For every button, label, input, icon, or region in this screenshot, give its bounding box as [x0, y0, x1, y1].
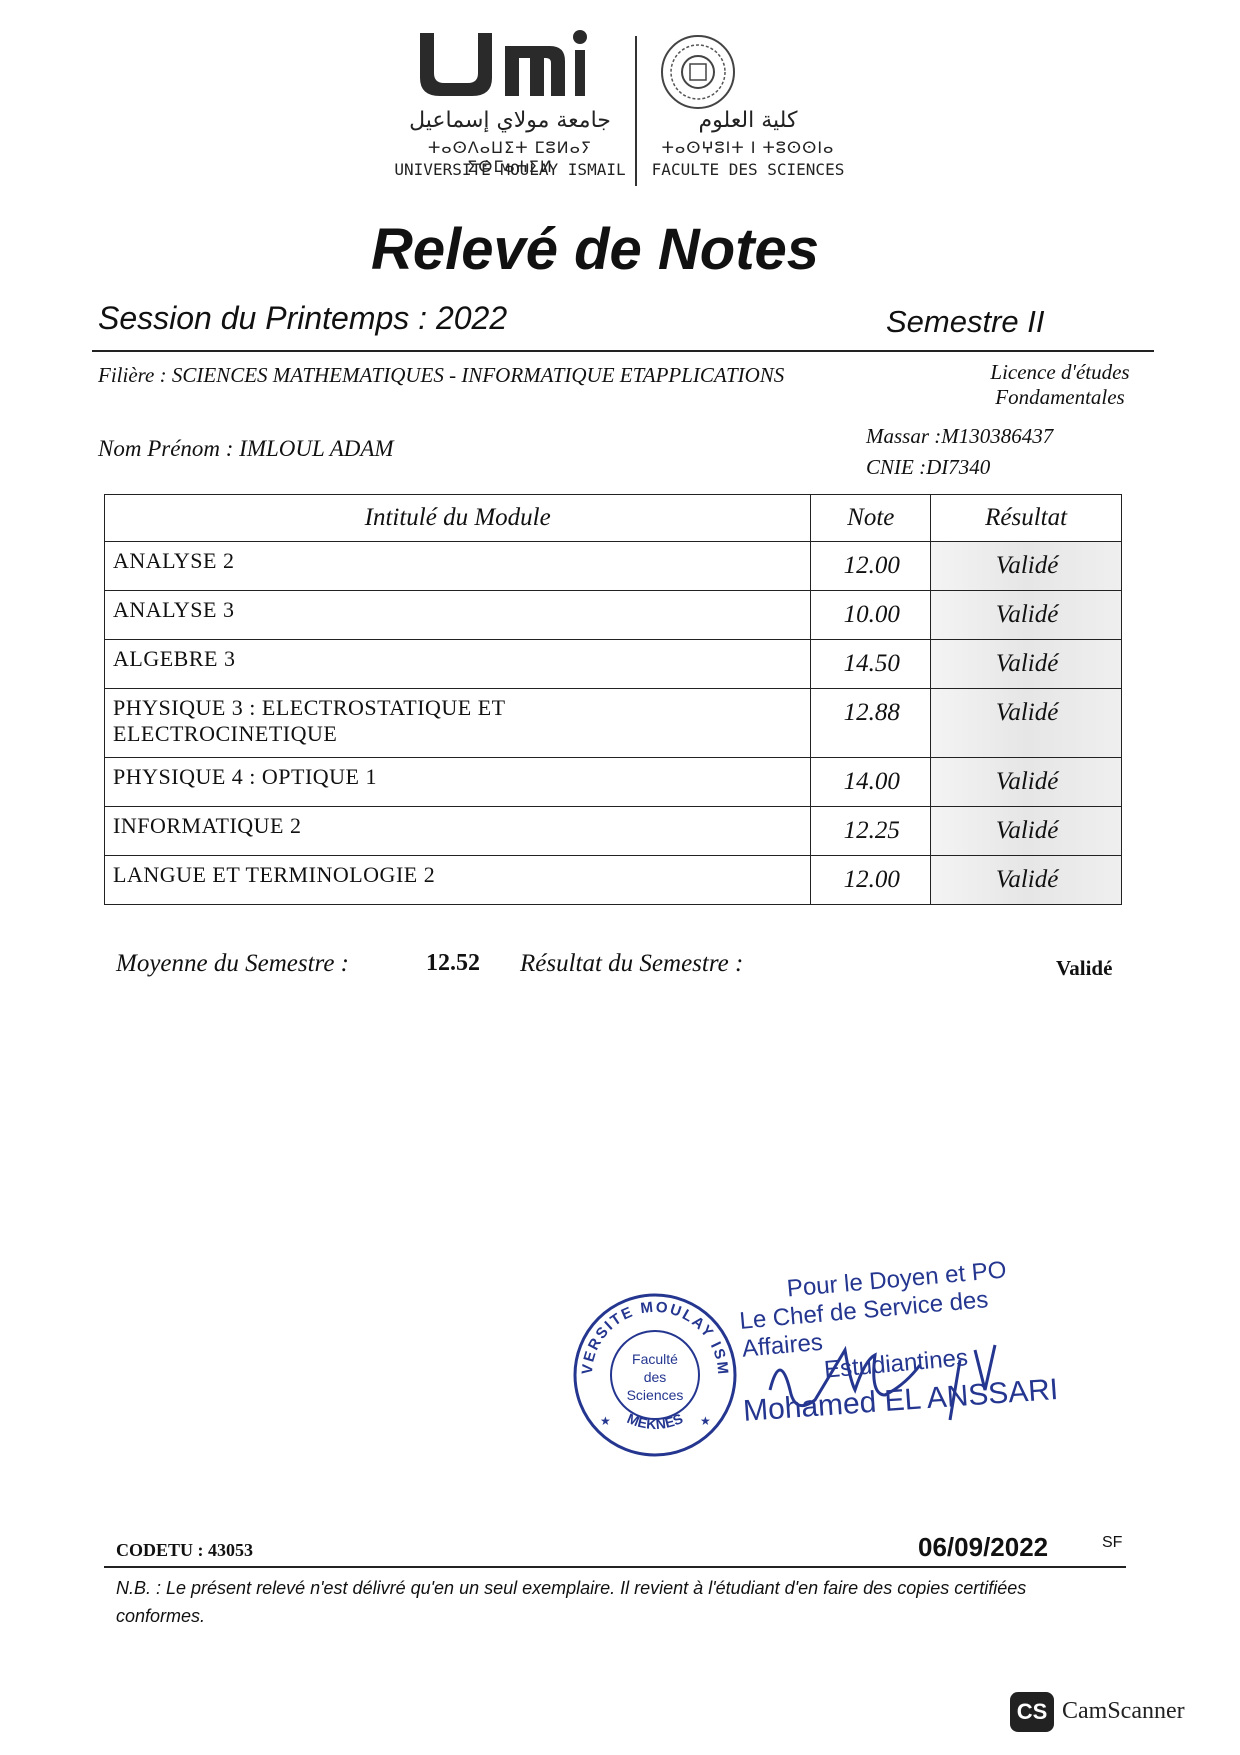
licence-line-2: Fondamentales	[995, 385, 1125, 409]
stamp-center-line-3: Sciences	[627, 1387, 684, 1403]
resultat-semestre-label: Résultat du Semestre :	[520, 950, 744, 977]
university-name-french: UNIVERSITÉ MOULAY ISMAIL	[394, 160, 626, 179]
header-module: Intitulé du Module	[103, 494, 812, 542]
faculty-stamp-icon: UNIVERSITE MOULAY ISMAIL MEKNES Faculté …	[570, 1290, 737, 1457]
module-cell: PHYSIQUE 4 : OPTIQUE 1	[103, 757, 812, 807]
stamp-center-line-1: Faculté	[632, 1351, 678, 1367]
footer-rule	[104, 1566, 1126, 1568]
stamp-city: MEKNES	[625, 1410, 685, 1432]
module-cell: ANALYSE 3	[103, 590, 812, 640]
logo-divider	[635, 36, 637, 186]
grades-table: Intitulé du Module Note Résultat ANALYSE…	[103, 494, 1122, 905]
module-cell: ANALYSE 2	[103, 541, 812, 591]
faculty-emblem-icon	[661, 35, 735, 109]
sf-mark: SF	[1102, 1534, 1123, 1551]
resultat-semestre-value: Validé	[1056, 956, 1113, 980]
document-title: Relevé de Notes	[370, 217, 820, 282]
star-icon: ★	[700, 1414, 711, 1428]
camscanner-logo-icon: CS	[1010, 1692, 1054, 1732]
resultat-cell: Validé	[930, 757, 1122, 807]
licence-label: Licence d'études Fondamentales	[960, 360, 1160, 410]
issue-date: 06/09/2022	[918, 1532, 1049, 1562]
codetu-label: CODETU : 43053	[116, 1540, 254, 1560]
licence-line-1: Licence d'études	[990, 360, 1130, 384]
filiere-label: Filière : SCIENCES MATHEMATIQUES - INFOR…	[98, 363, 785, 387]
note-cell: 10.00	[810, 590, 932, 640]
note-cell: 12.88	[810, 688, 932, 758]
table-row: ANALYSE 3 10.00 Validé	[103, 590, 1122, 640]
module-cell: LANGUE ET TERMINOLOGIE 2	[103, 855, 812, 905]
resultat-cell: Validé	[930, 639, 1122, 689]
moyenne-label: Moyenne du Semestre :	[116, 950, 350, 977]
star-icon: ★	[600, 1414, 611, 1428]
resultat-cell: Validé	[930, 806, 1122, 856]
module-cell: ALGEBRE 3	[103, 639, 812, 689]
faculty-name-arabic: كلية العلوم	[698, 108, 798, 133]
table-header-row: Intitulé du Module Note Résultat	[103, 494, 1122, 542]
resultat-cell: Validé	[930, 590, 1122, 640]
resultat-cell: Validé	[930, 855, 1122, 905]
camscanner-watermark: CamScanner	[1062, 1698, 1185, 1724]
resultat-cell: Validé	[930, 688, 1122, 758]
student-name: Nom Prénom : IMLOUL ADAM	[98, 436, 394, 461]
note-cell: 12.00	[810, 855, 932, 905]
umi-logo-icon	[420, 30, 587, 96]
header-logos: جامعة مولاي إسماعيل ⵜⴰⵙⴷⴰⵡⵉⵜ ⵎⵓⵍⴰⵢ ⵉⵙⵎⴰⵄ…	[390, 28, 850, 188]
faculty-name-tifinagh: ⵜⴰⵙⵖⵓⵏⵜ ⵏ ⵜⵓⵙⵙⵏⴰ	[661, 138, 835, 157]
header-rule	[92, 350, 1154, 352]
svg-text:MEKNES: MEKNES	[625, 1410, 685, 1432]
semestre-label: Semestre II	[886, 304, 1045, 339]
university-name-arabic: جامعة مولاي إسماعيل	[409, 108, 611, 133]
table-row: ANALYSE 2 12.00 Validé	[103, 541, 1122, 591]
cnie-number: CNIE :DI7340	[866, 455, 991, 479]
header-resultat: Résultat	[930, 494, 1122, 542]
table-row: PHYSIQUE 3 : ELECTROSTATIQUE ET ELECTROC…	[103, 688, 1122, 758]
stamp-center-line-2: des	[644, 1369, 667, 1385]
note-cell: 14.50	[810, 639, 932, 689]
table-row: INFORMATIQUE 2 12.25 Validé	[103, 806, 1122, 856]
resultat-cell: Validé	[930, 541, 1122, 591]
module-cell: PHYSIQUE 3 : ELECTROSTATIQUE ET ELECTROC…	[103, 688, 812, 758]
moyenne-value: 12.52	[426, 950, 480, 976]
session-label: Session du Printemps : 2022	[98, 300, 508, 336]
note-cell: 12.00	[810, 541, 932, 591]
header-note: Note	[810, 494, 932, 542]
note-cell: 12.25	[810, 806, 932, 856]
faculty-name-french: FACULTE DES SCIENCES	[651, 160, 845, 179]
table-row: ALGEBRE 3 14.50 Validé	[103, 639, 1122, 689]
nb-note: N.B. : Le présent relevé n'est délivré q…	[116, 1578, 1027, 1626]
module-cell: INFORMATIQUE 2	[103, 806, 812, 856]
table-row: LANGUE ET TERMINOLOGIE 2 12.00 Validé	[103, 855, 1122, 905]
note-cell: 14.00	[810, 757, 932, 807]
table-row: PHYSIQUE 4 : OPTIQUE 1 14.00 Validé	[103, 757, 1122, 807]
massar-code: Massar :M130386437	[866, 424, 1054, 448]
